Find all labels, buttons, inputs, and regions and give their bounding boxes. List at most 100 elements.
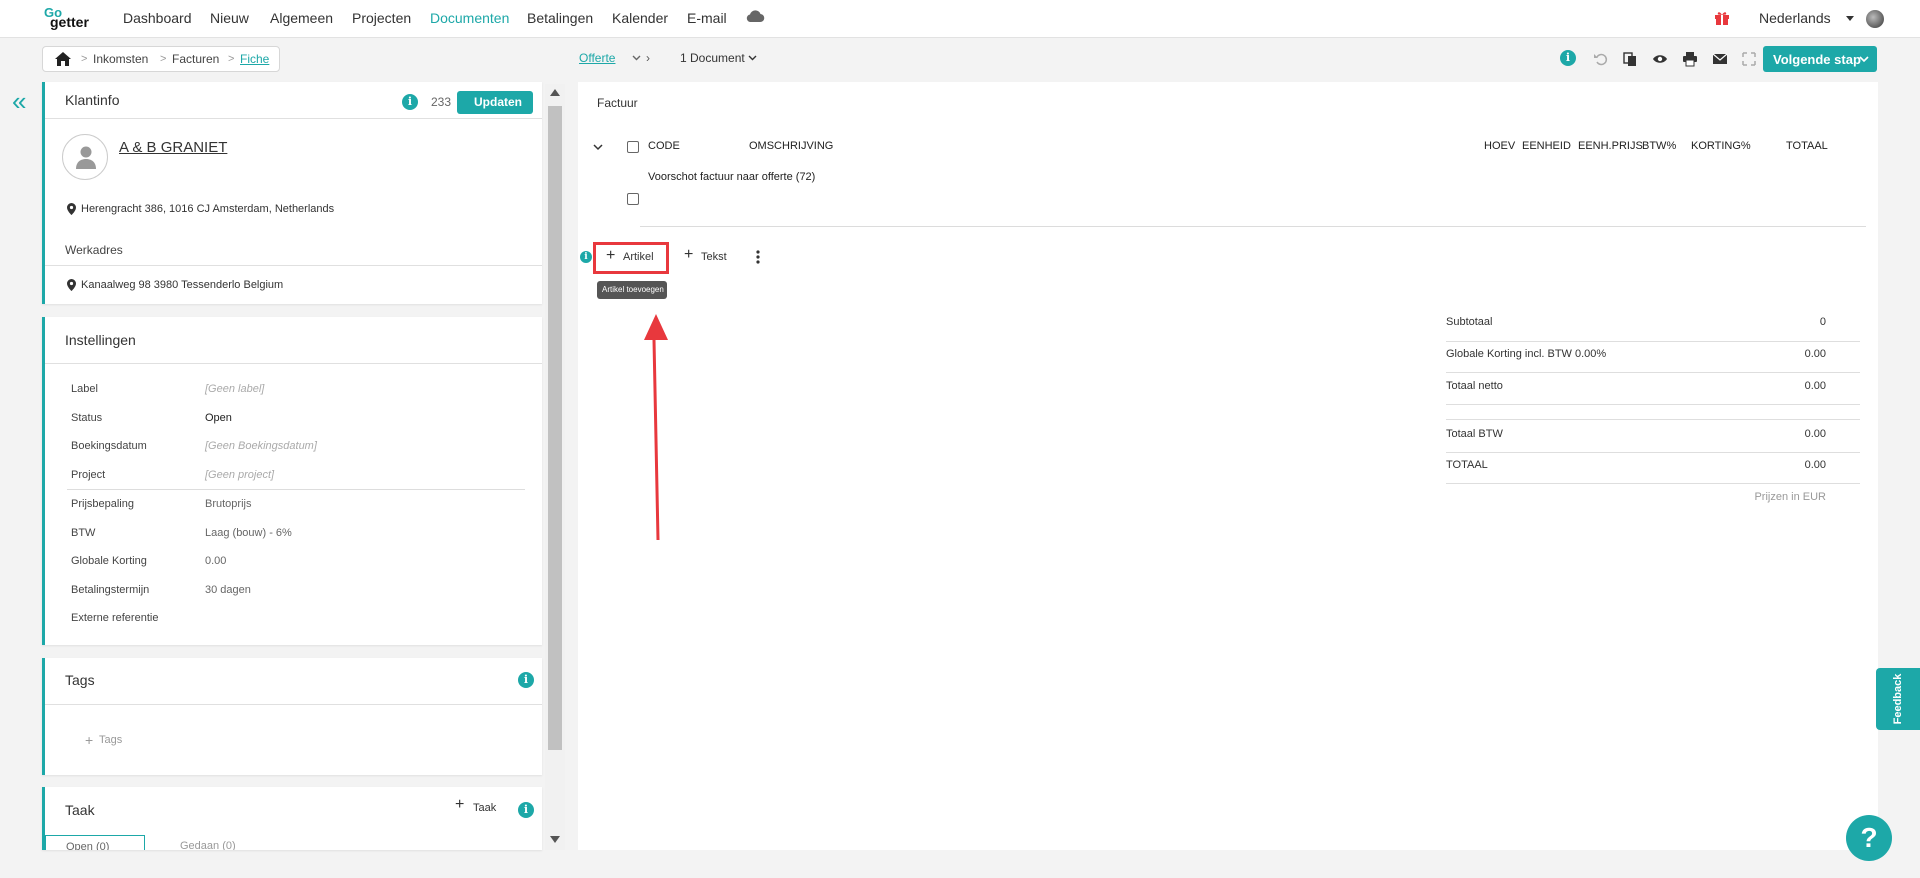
divider [1446, 341, 1860, 342]
client-avatar [62, 134, 108, 180]
nav-betalingen[interactable]: Betalingen [527, 10, 593, 26]
nav-algemeen[interactable]: Algemeen [270, 10, 333, 26]
select-all-checkbox[interactable] [627, 141, 639, 153]
scrollbar-thumb[interactable] [548, 106, 562, 750]
add-article-button[interactable]: + Artikel [593, 242, 669, 274]
annotation-arrow [644, 314, 668, 540]
setting-globale-korting-value[interactable]: 0.00 [205, 555, 226, 567]
copy-icon[interactable] [1622, 51, 1638, 67]
feedback-label: Feedback [1892, 673, 1904, 725]
col-eenh-prijs: EENH.PRIJS [1578, 140, 1643, 152]
collapse-sidebar-icon[interactable]: « [12, 88, 36, 114]
add-text-button[interactable]: + Tekst [684, 246, 734, 268]
nav-nieuw[interactable]: Nieuw [210, 10, 249, 26]
top-navigation: Go getter Dashboard Nieuw Algemeen Proje… [0, 0, 1920, 38]
breadcrumb-inkomsten[interactable]: Inkomsten [93, 52, 148, 66]
chevron-down-icon [1859, 56, 1869, 63]
chevron-right-icon: > [228, 53, 235, 65]
klantinfo-count: 233 [431, 95, 452, 109]
tags-card: Tags i + Tags [42, 658, 542, 775]
update-button-label: Updaten [474, 95, 522, 109]
divider [1446, 452, 1860, 453]
setting-label-value[interactable]: [Geen label] [205, 383, 264, 395]
nav-email[interactable]: E-mail [687, 10, 727, 26]
info-icon[interactable]: i [518, 802, 534, 818]
scroll-down-icon[interactable] [550, 836, 560, 843]
feedback-tab[interactable]: Feedback [1876, 668, 1920, 730]
home-icon[interactable] [55, 52, 71, 66]
klantinfo-title: Klantinfo [65, 92, 120, 108]
plus-icon: + [85, 732, 94, 748]
breadcrumb-facturen[interactable]: Facturen [172, 52, 219, 66]
setting-prijsbepaling-value[interactable]: Brutoprijs [205, 498, 251, 510]
next-step-button[interactable]: Volgende stap [1763, 46, 1877, 72]
nav-dashboard[interactable]: Dashboard [123, 10, 192, 26]
tab-open[interactable]: Open (0) [45, 835, 145, 850]
factuur-title: Factuur [597, 96, 638, 110]
help-button[interactable]: ? [1846, 815, 1892, 861]
more-options-icon[interactable] [756, 250, 760, 264]
sidebar-scrollbar[interactable] [545, 84, 565, 850]
divider [45, 265, 542, 266]
undo-icon[interactable] [1593, 51, 1609, 67]
subtotaal-value: 0 [1819, 316, 1826, 328]
cloud-icon[interactable] [745, 9, 765, 23]
taak-title: Taak [65, 802, 95, 818]
gift-icon[interactable] [1714, 10, 1730, 26]
divider [67, 489, 525, 490]
totaal-key: TOTAAL [1446, 459, 1488, 471]
tab-gedaan[interactable]: Gedaan (0) [180, 840, 236, 850]
scroll-up-icon[interactable] [550, 89, 560, 96]
plus-icon: + [606, 247, 616, 264]
expand-icon[interactable] [1741, 51, 1757, 67]
chevron-down-icon[interactable] [593, 144, 603, 151]
documents-dropdown[interactable]: 1 Document [680, 51, 745, 65]
row-description[interactable]: Voorschot factuur naar offerte (72) [648, 171, 815, 183]
location-pin-icon [67, 203, 76, 215]
info-icon[interactable]: i [402, 94, 418, 110]
person-icon [76, 146, 96, 169]
col-code: CODE [648, 140, 680, 152]
print-icon[interactable] [1682, 51, 1698, 67]
setting-globale-korting-key: Globale Korting [71, 555, 147, 567]
chevron-down-icon[interactable] [748, 55, 757, 61]
user-avatar[interactable] [1866, 10, 1884, 28]
factuur-panel: Factuur CODE OMSCHRIJVING HOEV EENHEID E… [578, 82, 1878, 850]
gogetter-logo[interactable]: Go getter [44, 5, 104, 33]
eye-icon[interactable] [1652, 51, 1668, 67]
chevron-right-icon: › [646, 51, 650, 65]
setting-btw-value[interactable]: Laag (bouw) - 6% [205, 527, 292, 539]
mail-icon[interactable] [1712, 51, 1728, 67]
nav-kalender[interactable]: Kalender [612, 10, 668, 26]
language-selector[interactable]: Nederlands [1759, 10, 1831, 26]
setting-betalingstermijn-key: Betalingstermijn [71, 584, 150, 596]
totaal-value: 0.00 [1804, 459, 1826, 471]
add-tag-label: Tags [99, 734, 123, 746]
nav-documenten[interactable]: Documenten [430, 10, 509, 26]
instellingen-card: Instellingen Label [Geen label] Status O… [42, 317, 542, 645]
row-checkbox[interactable] [627, 193, 639, 205]
setting-betalingstermijn-value[interactable]: 30 dagen [205, 584, 251, 596]
breadcrumb-fiche[interactable]: Fiche [240, 52, 269, 66]
divider [1446, 404, 1860, 405]
setting-boekingsdatum-value[interactable]: [Geen Boekingsdatum] [205, 440, 317, 452]
tooltip-text: Artikel toevoegen [602, 285, 664, 294]
setting-project-value[interactable]: [Geen project] [205, 469, 274, 481]
info-icon[interactable]: i [1560, 50, 1576, 66]
client-name-link[interactable]: A & B GRANIET [119, 139, 227, 156]
divider [45, 704, 542, 705]
nav-projecten[interactable]: Projecten [352, 10, 411, 26]
divider [1446, 372, 1860, 373]
col-omschrijving: OMSCHRIJVING [749, 140, 834, 152]
setting-status-value[interactable]: Open [205, 412, 232, 424]
chevron-down-icon[interactable] [632, 55, 641, 61]
offerte-link[interactable]: Offerte [579, 51, 615, 65]
update-button[interactable]: Updaten [457, 91, 533, 114]
klantinfo-card: Klantinfo i 233 Updaten A & B GRANIET He… [42, 82, 542, 304]
setting-externe-referentie-key: Externe referentie [71, 612, 159, 624]
logo-text-bottom: getter [50, 14, 89, 30]
divider [45, 118, 542, 119]
add-article-tooltip: Artikel toevoegen [597, 281, 667, 299]
info-icon[interactable]: i [580, 251, 592, 263]
info-icon[interactable]: i [518, 672, 534, 688]
